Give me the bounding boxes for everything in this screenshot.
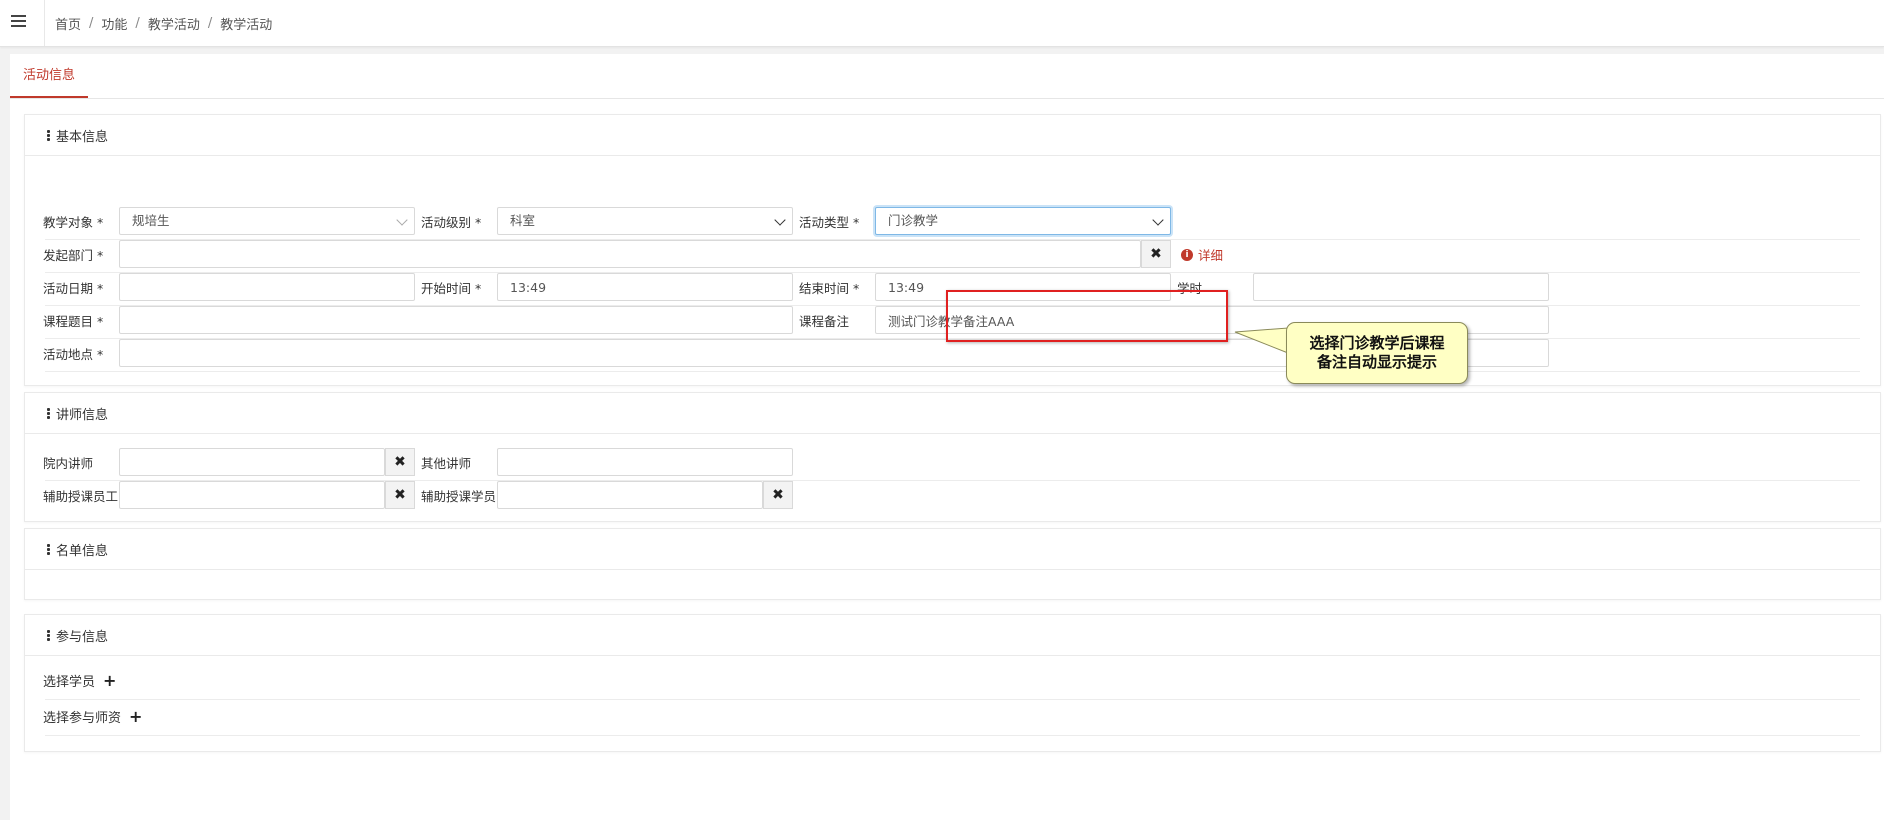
assist-staff-clear-icon[interactable]: ✖ bbox=[385, 481, 415, 509]
topic-field[interactable] bbox=[119, 306, 793, 334]
type-label: 活动类型 * bbox=[799, 215, 860, 230]
assist-staff-field[interactable] bbox=[119, 481, 385, 509]
start-time-input[interactable] bbox=[498, 274, 792, 300]
callout-line-1: 选择门诊教学后课程 bbox=[1309, 334, 1445, 352]
section-header: 基本信息 bbox=[25, 115, 1880, 156]
internal-lecturer-field[interactable] bbox=[119, 448, 385, 476]
assist-staff-label: 辅助授课员工 bbox=[43, 489, 119, 504]
teach-target-label: 教学对象 * bbox=[43, 215, 104, 230]
level-label: 活动级别 * bbox=[421, 215, 482, 230]
breadcrumb-home[interactable]: 首页 bbox=[55, 14, 81, 33]
date-label: 活动日期 * bbox=[43, 281, 104, 296]
basic-info-section: 基本信息 教学对象 * 规培生 活动级别 * 科室 活动类型 * 门诊教学 发起… bbox=[24, 114, 1881, 386]
end-time-label: 结束时间 * bbox=[799, 281, 860, 296]
internal-lecturer-input[interactable] bbox=[120, 449, 384, 475]
topic-input[interactable] bbox=[120, 307, 792, 333]
remark-highlight-box bbox=[946, 290, 1228, 342]
teach-target-select[interactable]: 规培生 bbox=[119, 207, 415, 235]
dept-input[interactable] bbox=[120, 241, 1140, 267]
type-select[interactable]: 门诊教学 bbox=[875, 207, 1171, 235]
tab-activity-info[interactable]: 活动信息 bbox=[10, 54, 88, 98]
breadcrumb-function[interactable]: 功能 bbox=[101, 14, 127, 33]
other-lecturer-input[interactable] bbox=[498, 449, 792, 475]
callout-tail bbox=[1234, 327, 1289, 354]
main-panel: 活动信息 基本信息 教学对象 * 规培生 活动级别 * 科室 活动类型 * 门诊… bbox=[10, 54, 1884, 820]
select-teachers-label: 选择参与师资 bbox=[43, 711, 122, 726]
menu-icon[interactable] bbox=[11, 15, 26, 28]
select-students-label: 选择学员 bbox=[43, 675, 96, 690]
row-divider bbox=[45, 699, 1860, 700]
breadcrumb-separator: / bbox=[89, 15, 94, 31]
callout-line-2: 备注自动显示提示 bbox=[1316, 353, 1437, 371]
select-teachers-button[interactable]: 选择参与师资 + bbox=[43, 707, 142, 726]
internal-lecturer-label: 院内讲师 bbox=[43, 456, 94, 471]
info-icon: i bbox=[1181, 248, 1193, 261]
detail-link-label: 详细 bbox=[1198, 248, 1224, 263]
breadcrumb-separator: / bbox=[207, 15, 213, 31]
plus-icon: + bbox=[103, 671, 117, 690]
date-field[interactable] bbox=[119, 273, 415, 301]
vertical-dots-icon bbox=[47, 543, 50, 556]
assist-student-clear-icon[interactable]: ✖ bbox=[763, 481, 793, 509]
level-value: 科室 bbox=[510, 213, 536, 228]
start-time-field[interactable] bbox=[497, 273, 793, 301]
row-divider bbox=[45, 735, 1860, 736]
participants-section: 参与信息 选择学员 + 选择参与师资 + bbox=[24, 614, 1881, 752]
assist-student-label: 辅助授课学员 bbox=[421, 489, 497, 504]
type-value: 门诊教学 bbox=[888, 213, 939, 228]
hours-input[interactable] bbox=[1254, 274, 1548, 300]
plus-icon: + bbox=[129, 707, 143, 726]
remark-label: 课程备注 bbox=[799, 314, 850, 329]
section-header: 讲师信息 bbox=[25, 393, 1880, 434]
date-input[interactable] bbox=[120, 274, 414, 300]
place-label: 活动地点 * bbox=[43, 347, 104, 362]
detail-link[interactable]: i 详细 bbox=[1181, 245, 1223, 264]
section-title: 名单信息 bbox=[56, 543, 109, 559]
dept-field[interactable] bbox=[119, 240, 1141, 268]
breadcrumb-separator: / bbox=[135, 15, 140, 31]
lecturer-info-section: 讲师信息 院内讲师 ✖ 其他讲师 辅助授课员工 ✖ 辅助授课学员 ✖ bbox=[24, 392, 1881, 522]
internal-lecturer-clear-icon[interactable]: ✖ bbox=[385, 448, 415, 476]
vertical-dots-icon bbox=[47, 629, 50, 642]
teach-target-value: 规培生 bbox=[132, 213, 170, 228]
section-title: 参与信息 bbox=[56, 629, 109, 645]
vertical-dots-icon bbox=[47, 129, 50, 142]
start-time-label: 开始时间 * bbox=[421, 281, 482, 296]
breadcrumb-teaching[interactable]: 教学活动 bbox=[148, 14, 200, 33]
row-divider bbox=[45, 371, 1860, 372]
section-header: 名单信息 bbox=[25, 529, 1880, 570]
dept-clear-icon[interactable]: ✖ bbox=[1141, 240, 1171, 268]
assist-staff-input[interactable] bbox=[120, 482, 384, 508]
assist-student-input[interactable] bbox=[498, 482, 762, 508]
dept-label: 发起部门 * bbox=[43, 248, 104, 263]
roster-info-section: 名单信息 bbox=[24, 528, 1881, 600]
section-title: 基本信息 bbox=[56, 129, 109, 145]
select-students-button[interactable]: 选择学员 + bbox=[43, 671, 116, 690]
hours-field[interactable] bbox=[1253, 273, 1549, 301]
vertical-dots-icon bbox=[47, 407, 50, 420]
tab-bar: 活动信息 bbox=[10, 54, 1884, 99]
other-lecturer-field[interactable] bbox=[497, 448, 793, 476]
other-lecturer-label: 其他讲师 bbox=[421, 456, 472, 471]
top-bar: 首页 / 功能 / 教学活动 / 教学活动 bbox=[0, 0, 1884, 47]
section-header: 参与信息 bbox=[25, 615, 1880, 656]
topic-label: 课程题目 * bbox=[43, 314, 104, 329]
breadcrumb-current: 教学活动 bbox=[220, 17, 273, 33]
annotation-callout: 选择门诊教学后课程 备注自动显示提示 bbox=[1286, 322, 1468, 384]
assist-student-field[interactable] bbox=[497, 481, 763, 509]
level-select[interactable]: 科室 bbox=[497, 207, 793, 235]
breadcrumb: 首页 / 功能 / 教学活动 / 教学活动 bbox=[44, 0, 272, 46]
section-title: 讲师信息 bbox=[56, 407, 109, 423]
